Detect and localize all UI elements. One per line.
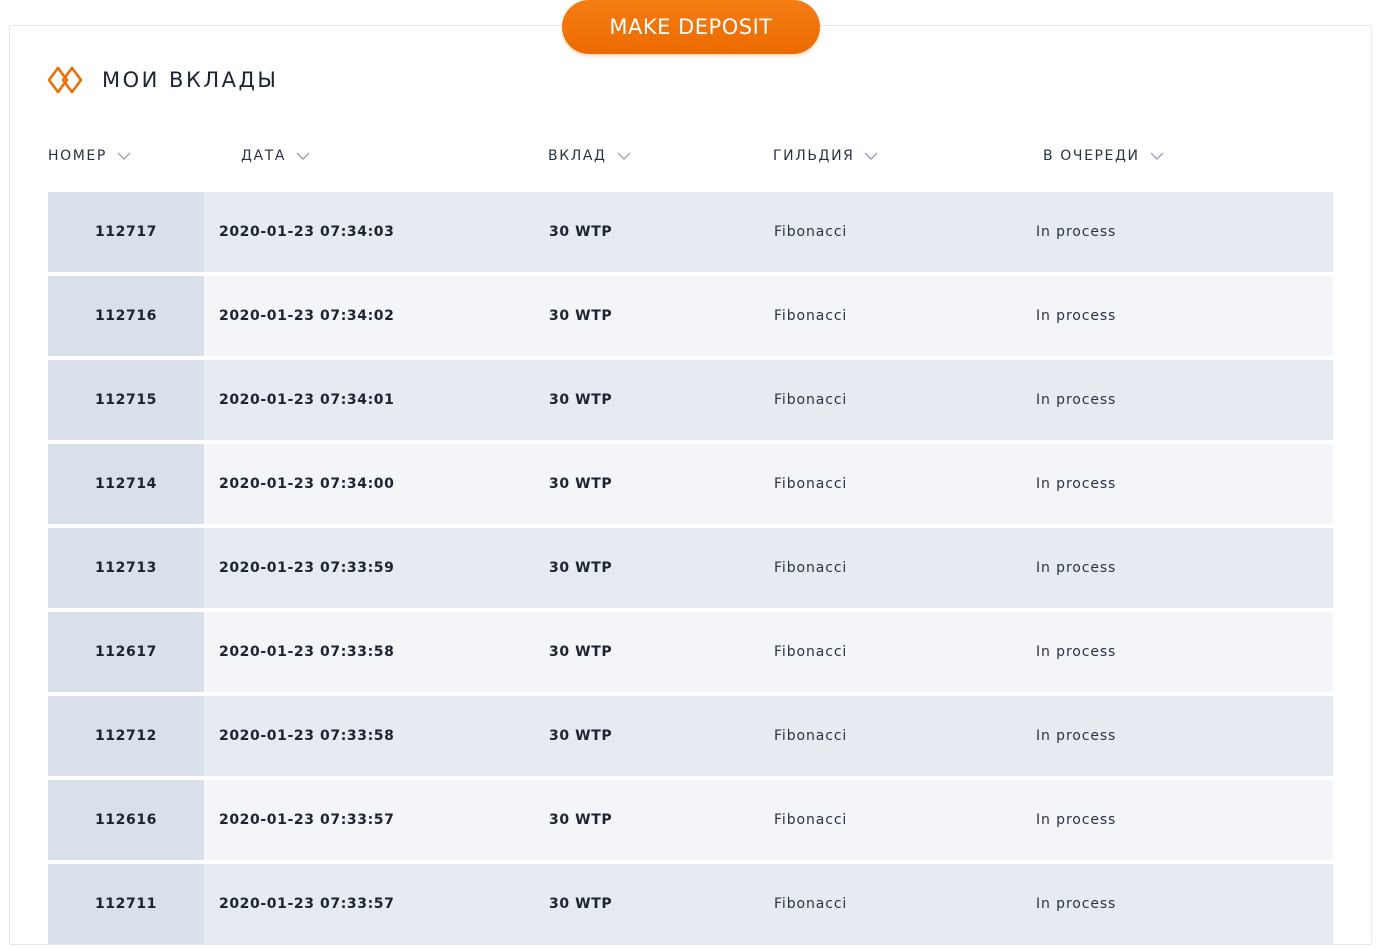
table-row[interactable]: 112714 2020-01-23 07:34:00 30 WTP Fibona… <box>48 444 1333 524</box>
cell-id: 112714 <box>48 444 204 524</box>
cell-id: 112715 <box>48 360 204 440</box>
column-header-label: ДАТА <box>241 148 287 164</box>
cell-date: 2020-01-23 07:34:03 <box>219 224 395 240</box>
cell-guild: Fibonacci <box>774 560 848 576</box>
table-row[interactable]: 112716 2020-01-23 07:34:02 30 WTP Fibona… <box>48 276 1333 356</box>
cell-status: In process <box>1036 224 1117 240</box>
table-header: НОМЕР ДАТА ВКЛАД ГИЛЬДИЯ В ОЧЕРЕДИ <box>48 143 1333 169</box>
cell-guild: Fibonacci <box>774 308 848 324</box>
table-row[interactable]: 112717 2020-01-23 07:34:03 30 WTP Fibona… <box>48 192 1333 272</box>
cell-status: In process <box>1036 896 1117 912</box>
cell-id: 112717 <box>48 192 204 272</box>
cell-guild: Fibonacci <box>774 896 848 912</box>
cell-id: 112713 <box>48 528 204 608</box>
cell-date: 2020-01-23 07:34:02 <box>219 308 395 324</box>
cell-id: 112716 <box>48 276 204 356</box>
cell-amount: 30 WTP <box>549 308 613 324</box>
cell-status: In process <box>1036 308 1117 324</box>
column-header-label: ГИЛЬДИЯ <box>773 148 855 164</box>
cell-guild: Fibonacci <box>774 476 848 492</box>
cell-id: 112616 <box>48 780 204 860</box>
cell-guild: Fibonacci <box>774 392 848 408</box>
cell-amount: 30 WTP <box>549 728 613 744</box>
page-header: МОИ ВКЛАДЫ <box>47 64 278 96</box>
cell-id: 112711 <box>48 864 204 944</box>
chevron-down-icon <box>1150 152 1164 160</box>
cell-date: 2020-01-23 07:33:59 <box>219 560 395 576</box>
table-row[interactable]: 112712 2020-01-23 07:33:58 30 WTP Fibona… <box>48 696 1333 776</box>
cell-status: In process <box>1036 644 1117 660</box>
cell-date: 2020-01-23 07:34:01 <box>219 392 395 408</box>
column-header-label: НОМЕР <box>48 148 107 164</box>
column-header-guild[interactable]: ГИЛЬДИЯ <box>773 143 878 169</box>
cell-status: In process <box>1036 476 1117 492</box>
cell-guild: Fibonacci <box>774 812 848 828</box>
chevron-down-icon <box>864 152 878 160</box>
page-title: МОИ ВКЛАДЫ <box>102 68 279 92</box>
cell-status: In process <box>1036 812 1117 828</box>
column-header-amount[interactable]: ВКЛАД <box>548 143 631 169</box>
table-row[interactable]: 112713 2020-01-23 07:33:59 30 WTP Fibona… <box>48 528 1333 608</box>
cell-status: In process <box>1036 560 1117 576</box>
chevron-down-icon <box>617 152 631 160</box>
cell-id: 112617 <box>48 612 204 692</box>
cell-amount: 30 WTP <box>549 812 613 828</box>
column-header-status[interactable]: В ОЧЕРЕДИ <box>1043 143 1164 169</box>
cell-id: 112712 <box>48 696 204 776</box>
cell-guild: Fibonacci <box>774 224 848 240</box>
table-row[interactable]: 112616 2020-01-23 07:33:57 30 WTP Fibona… <box>48 780 1333 860</box>
chevron-down-icon <box>117 152 131 160</box>
chevron-down-icon <box>296 152 310 160</box>
cell-amount: 30 WTP <box>549 224 613 240</box>
table-row[interactable]: 112617 2020-01-23 07:33:58 30 WTP Fibona… <box>48 612 1333 692</box>
cell-amount: 30 WTP <box>549 644 613 660</box>
column-header-label: В ОЧЕРЕДИ <box>1043 148 1140 164</box>
diamond-logo-icon <box>47 66 83 94</box>
cell-date: 2020-01-23 07:33:57 <box>219 812 395 828</box>
column-header-date[interactable]: ДАТА <box>241 143 310 169</box>
cell-date: 2020-01-23 07:34:00 <box>219 476 395 492</box>
cell-guild: Fibonacci <box>774 728 848 744</box>
cell-date: 2020-01-23 07:33:58 <box>219 644 395 660</box>
cell-amount: 30 WTP <box>549 476 613 492</box>
column-header-id[interactable]: НОМЕР <box>48 143 131 169</box>
cell-amount: 30 WTP <box>549 560 613 576</box>
table-body: 112717 2020-01-23 07:34:03 30 WTP Fibona… <box>48 192 1333 948</box>
cell-amount: 30 WTP <box>549 896 613 912</box>
make-deposit-button[interactable]: MAKE DEPOSIT <box>562 0 820 54</box>
table-row[interactable]: 112715 2020-01-23 07:34:01 30 WTP Fibona… <box>48 360 1333 440</box>
cell-date: 2020-01-23 07:33:57 <box>219 896 395 912</box>
cell-date: 2020-01-23 07:33:58 <box>219 728 395 744</box>
cell-guild: Fibonacci <box>774 644 848 660</box>
table-row[interactable]: 112711 2020-01-23 07:33:57 30 WTP Fibona… <box>48 864 1333 944</box>
cell-status: In process <box>1036 728 1117 744</box>
cell-amount: 30 WTP <box>549 392 613 408</box>
cell-status: In process <box>1036 392 1117 408</box>
column-header-label: ВКЛАД <box>548 148 607 164</box>
